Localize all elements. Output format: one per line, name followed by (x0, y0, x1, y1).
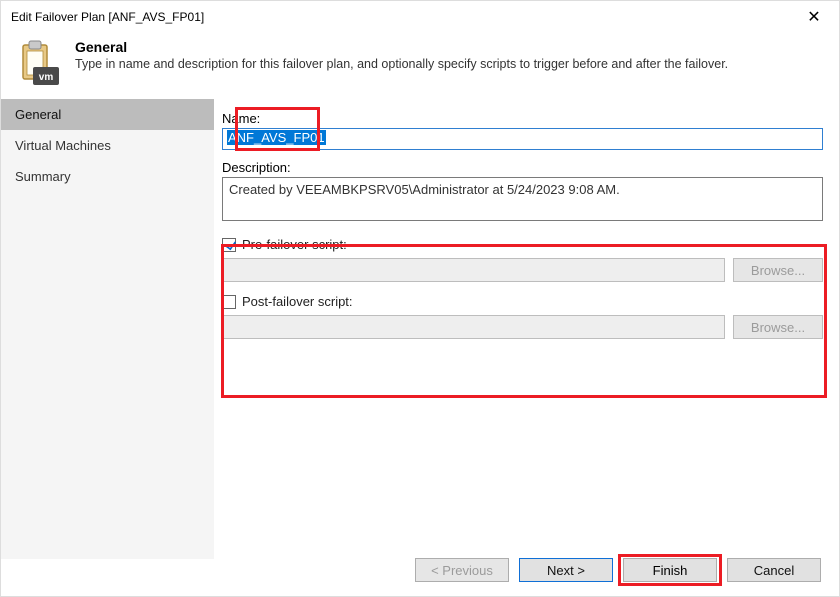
window-title: Edit Failover Plan [ANF_AVS_FP01] (11, 10, 799, 24)
pre-failover-checkbox[interactable] (222, 238, 236, 252)
sidebar-item-label: Summary (15, 169, 71, 184)
name-input[interactable]: ANF_AVS_FP01 (222, 128, 823, 150)
pre-failover-label: Pre-failover script: (242, 237, 347, 252)
finish-button[interactable]: Finish (623, 558, 717, 582)
clipboard-vm-icon: vm (13, 39, 61, 87)
previous-button: < Previous (415, 558, 509, 582)
sidebar-item-general[interactable]: General (1, 99, 214, 130)
sidebar-item-label: Virtual Machines (15, 138, 111, 153)
svg-text:vm: vm (39, 72, 54, 83)
wizard-footer: < Previous Next > Finish Cancel (1, 544, 839, 596)
description-label: Description: (222, 160, 823, 175)
post-failover-browse-button: Browse... (733, 315, 823, 339)
window-titlebar: Edit Failover Plan [ANF_AVS_FP01] ✕ (1, 1, 839, 33)
wizard-header: vm General Type in name and description … (1, 33, 839, 99)
post-failover-script-path (222, 315, 725, 339)
wizard-body: General Virtual Machines Summary Name: A… (1, 99, 839, 559)
page-subheading: Type in name and description for this fa… (75, 57, 728, 71)
pre-failover-browse-button: Browse... (733, 258, 823, 282)
next-button[interactable]: Next > (519, 558, 613, 582)
description-textarea[interactable]: Created by VEEAMBKPSRV05\Administrator a… (222, 177, 823, 221)
sidebar-item-virtual-machines[interactable]: Virtual Machines (1, 130, 214, 161)
name-value-selected: ANF_AVS_FP01 (227, 130, 326, 145)
sidebar-item-label: General (15, 107, 61, 122)
form-panel: Name: ANF_AVS_FP01 Description: Created … (214, 99, 839, 559)
sidebar-item-summary[interactable]: Summary (1, 161, 214, 192)
pre-failover-script-path (222, 258, 725, 282)
page-heading: General (75, 39, 728, 55)
close-icon[interactable]: ✕ (799, 7, 829, 27)
post-failover-checkbox[interactable] (222, 295, 236, 309)
post-failover-label: Post-failover script: (242, 294, 353, 309)
wizard-steps-sidebar: General Virtual Machines Summary (1, 99, 214, 559)
name-label: Name: (222, 111, 823, 126)
description-value: Created by VEEAMBKPSRV05\Administrator a… (229, 182, 620, 197)
cancel-button[interactable]: Cancel (727, 558, 821, 582)
